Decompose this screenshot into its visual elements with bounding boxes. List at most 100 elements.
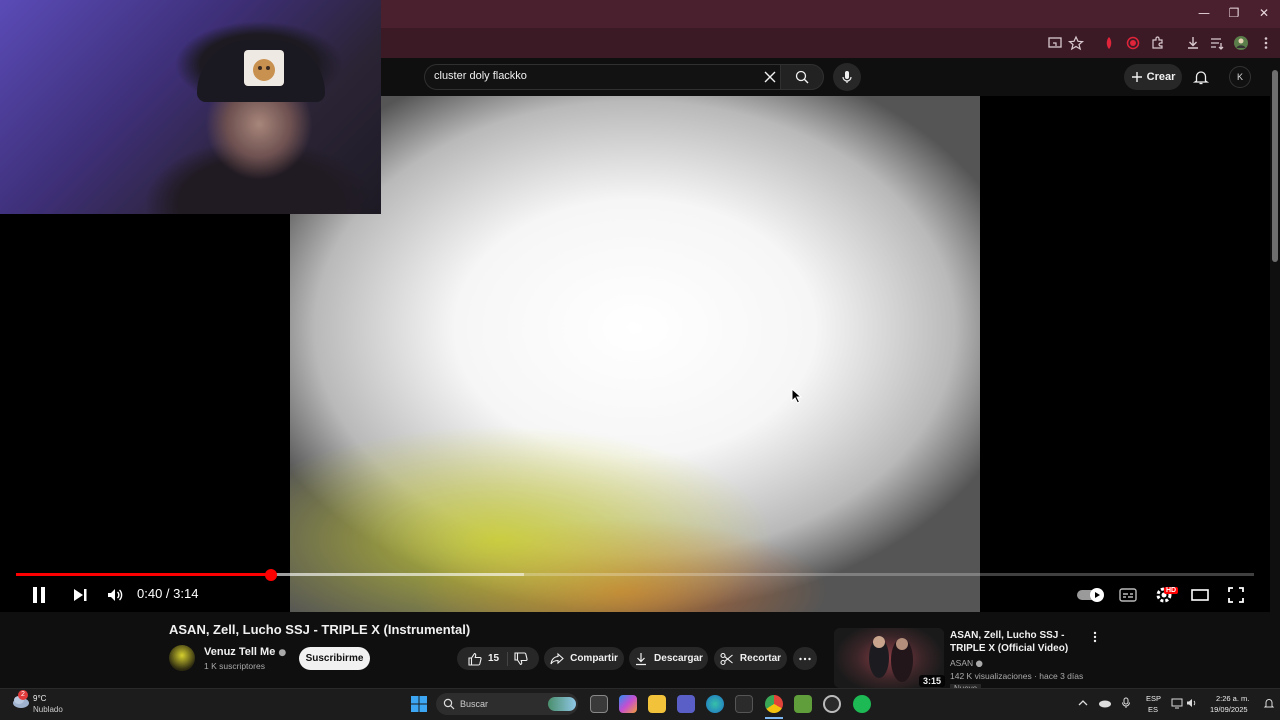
notifications-bell-icon[interactable] — [1192, 68, 1210, 86]
subscribe-button[interactable]: Suscribirme — [299, 647, 370, 670]
weather-alert-badge: 2 — [18, 690, 28, 700]
theater-mode-button[interactable] — [1191, 587, 1209, 603]
subscriber-count: 1 K suscriptores — [204, 661, 265, 671]
progress-scrubber[interactable] — [265, 569, 277, 581]
notification-center-icon[interactable] — [1263, 697, 1275, 709]
time-display: 0:40 / 3:14 — [137, 586, 199, 601]
channel-avatar[interactable] — [169, 645, 195, 671]
maximize-button[interactable]: ❐ — [1219, 6, 1249, 22]
minecraft-icon[interactable] — [794, 695, 812, 713]
recommendation-channel[interactable]: ASAN ● — [950, 658, 983, 669]
clock-date[interactable]: 19/09/2025 — [1210, 705, 1248, 714]
extensions-puzzle-icon[interactable] — [1149, 34, 1167, 52]
download-arrow-icon — [636, 652, 647, 665]
search-button[interactable] — [780, 64, 824, 90]
recommendation-menu-icon[interactable] — [1089, 630, 1101, 644]
channel-name-text[interactable]: Venuz Tell Me — [204, 646, 275, 658]
next-button[interactable] — [71, 586, 89, 604]
chrome-active-indicator — [765, 717, 783, 719]
clear-search-icon[interactable] — [762, 69, 778, 85]
menu-kebab-icon[interactable] — [1257, 34, 1275, 52]
share-icon — [550, 652, 564, 664]
onedrive-icon[interactable] — [1098, 698, 1112, 708]
captions-icon — [1119, 588, 1137, 602]
like-dislike-group: 15 — [457, 647, 539, 670]
task-view-icon[interactable] — [590, 695, 608, 713]
hd-badge: HD — [1164, 587, 1179, 594]
skip-next-icon — [74, 589, 87, 601]
minimize-button[interactable]: — — [1189, 6, 1219, 22]
cast-icon[interactable] — [1046, 34, 1064, 52]
recommendation-title[interactable]: ASAN, Zell, Lucho SSJ - TRIPLE X (Offici… — [950, 629, 1085, 655]
recommendation-duration: 3:15 — [919, 675, 946, 687]
volume-button[interactable] — [106, 586, 124, 604]
share-label: Compartir — [570, 653, 618, 664]
download-label: Descargar — [654, 653, 703, 664]
file-explorer-icon[interactable] — [648, 695, 666, 713]
reading-list-icon[interactable] — [1208, 34, 1226, 52]
tray-overflow-icon[interactable] — [1078, 698, 1088, 708]
progress-played — [16, 573, 271, 576]
obs-icon[interactable] — [823, 695, 841, 713]
recommendation-channel-text[interactable]: ASAN — [950, 658, 973, 668]
microphone-icon — [842, 71, 852, 83]
search-input[interactable]: cluster doly flackko — [434, 70, 527, 82]
create-label: Crear — [1146, 71, 1176, 83]
voice-search-button[interactable] — [833, 63, 861, 91]
taskbar-search-icon — [443, 698, 455, 710]
pause-icon — [33, 587, 45, 603]
windows-taskbar — [0, 688, 1280, 720]
network-icon[interactable] — [1171, 697, 1183, 709]
teams-icon[interactable] — [677, 695, 695, 713]
subtitles-button[interactable] — [1119, 587, 1137, 603]
clip-label: Recortar — [739, 653, 782, 664]
spotify-icon[interactable] — [853, 695, 871, 713]
record-icon[interactable] — [1124, 34, 1142, 52]
verified-icon: ● — [278, 648, 287, 658]
weather-temperature[interactable]: 9°C — [33, 694, 46, 703]
more-horizontal-icon — [799, 657, 811, 660]
extension-red-icon[interactable] — [1100, 34, 1118, 52]
create-button[interactable]: Crear — [1124, 64, 1182, 90]
mouse-cursor-icon — [791, 388, 803, 404]
plus-icon — [1131, 72, 1142, 82]
scrollbar-thumb[interactable] — [1272, 70, 1278, 262]
pause-button[interactable] — [29, 585, 49, 605]
volume-icon — [108, 589, 123, 601]
fullscreen-button[interactable] — [1227, 586, 1245, 604]
taskbar-search-label: Buscar — [460, 699, 489, 709]
edge-icon[interactable] — [706, 695, 724, 713]
dislike-button[interactable] — [514, 651, 528, 666]
language-indicator-line2[interactable]: ES — [1148, 705, 1158, 714]
close-window-button[interactable]: ✕ — [1249, 6, 1279, 22]
store-icon[interactable] — [735, 695, 753, 713]
cap-logo-patch — [244, 50, 284, 86]
like-button[interactable]: 15 — [468, 651, 509, 666]
download-video-button[interactable]: Descargar — [629, 647, 708, 670]
share-button[interactable]: Compartir — [544, 647, 624, 670]
scissors-icon — [720, 652, 733, 665]
profile-icon[interactable] — [1232, 34, 1250, 52]
video-title: ASAN, Zell, Lucho SSJ - TRIPLE X (Instru… — [169, 622, 471, 637]
like-count: 15 — [487, 653, 500, 664]
speaker-icon[interactable] — [1186, 697, 1198, 709]
autoplay-toggle[interactable] — [1077, 587, 1107, 603]
weather-description[interactable]: Nublado — [33, 705, 63, 714]
windows-start-icon[interactable] — [410, 695, 428, 713]
thumbs-up-icon — [468, 652, 482, 666]
language-indicator-line1[interactable]: ESP — [1146, 694, 1161, 703]
download-icon[interactable] — [1184, 34, 1202, 52]
video-frame[interactable] — [290, 96, 980, 612]
clock-time[interactable]: 2:26 a. m. — [1216, 694, 1249, 703]
webcam-overlay — [0, 0, 381, 214]
clip-button[interactable]: Recortar — [714, 647, 787, 670]
account-avatar[interactable]: K — [1229, 66, 1251, 88]
chrome-icon[interactable] — [765, 695, 783, 713]
fullscreen-icon — [1228, 587, 1244, 603]
tray-microphone-icon[interactable] — [1121, 697, 1131, 709]
more-actions-button[interactable] — [793, 647, 817, 670]
search-highlight-icon — [548, 697, 576, 711]
bookmark-star-icon[interactable] — [1067, 34, 1085, 52]
copilot-icon[interactable] — [619, 695, 637, 713]
channel-name[interactable]: Venuz Tell Me ● — [204, 646, 286, 658]
